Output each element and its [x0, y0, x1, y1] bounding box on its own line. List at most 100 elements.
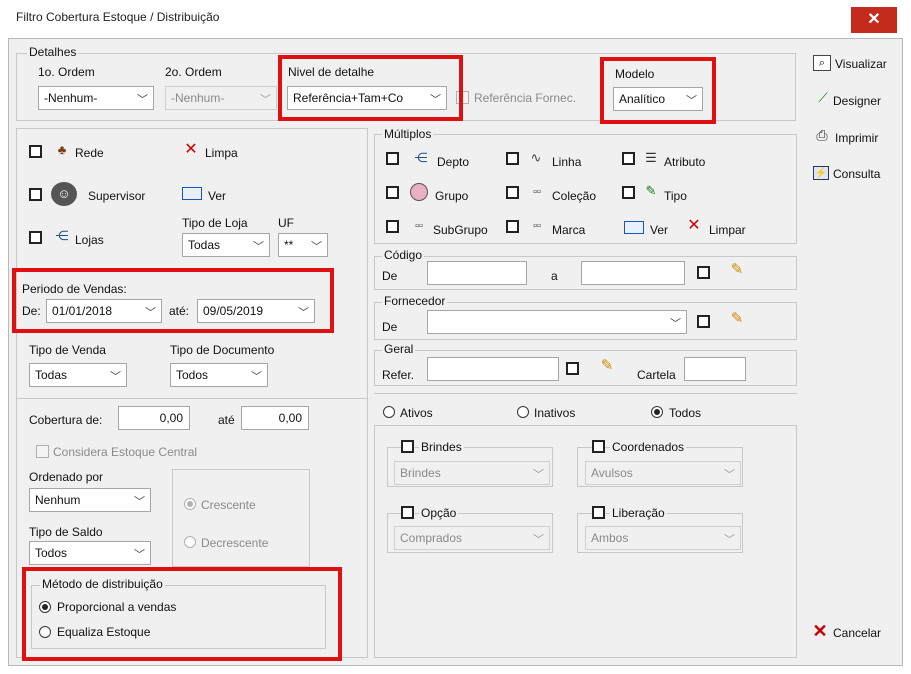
detalhes-legend: Detalhes [27, 45, 79, 59]
lojas-icon: ⋲ [55, 228, 69, 243]
chevron-down-icon: ﹀ [137, 94, 148, 106]
brindes-select[interactable]: Brindes ﹀ [394, 461, 550, 485]
chevron-down-icon: ﹀ [298, 307, 309, 319]
subgrupo-icon: ▫▫ [415, 220, 423, 232]
divider [17, 398, 367, 399]
clear-icon[interactable]: ✕ [686, 218, 702, 234]
todos-radio[interactable] [651, 406, 663, 418]
printer-icon[interactable]: ⎙ [813, 128, 831, 142]
fornecedor-checkbox[interactable] [697, 315, 710, 328]
ordem2-label: 2o. Ordem [165, 65, 222, 79]
ordem1-select[interactable]: -Nenhum- ﹀ [38, 86, 154, 110]
cobertura-ate-label: até [218, 413, 235, 427]
rede-checkbox[interactable] [29, 145, 42, 158]
imprimir-button[interactable]: Imprimir [835, 131, 878, 145]
tipo-loja-label: Tipo de Loja [182, 216, 248, 230]
considera-checkbox[interactable] [36, 445, 49, 458]
liberacao-select[interactable]: Ambos ﹀ [585, 526, 741, 550]
liberacao-checkbox[interactable] [592, 506, 605, 519]
multiplos-legend: Múltiplos [382, 127, 434, 141]
ver-multiplos-link[interactable]: Ver [650, 223, 668, 237]
colecao-label: Coleção [552, 189, 597, 203]
cartela-label: Cartela [637, 368, 676, 382]
subgrupo-checkbox[interactable] [386, 220, 399, 233]
clear-icon[interactable]: ✕ [183, 142, 199, 158]
view-icon[interactable] [182, 187, 202, 200]
uf-select[interactable]: ** ﹀ [278, 233, 328, 257]
ordem-direction-group [172, 469, 310, 567]
crescente-radio[interactable] [184, 498, 196, 510]
designer-button[interactable]: Designer [833, 94, 881, 108]
tipo-loja-select[interactable]: Todas ﹀ [182, 233, 270, 257]
tipo-doc-select[interactable]: Todos ﹀ [170, 363, 268, 387]
inativos-label: Inativos [534, 406, 576, 420]
marca-checkbox[interactable] [506, 220, 519, 233]
marca-icon: ▫▫ [533, 220, 541, 232]
uf-label: UF [278, 216, 294, 230]
metodo-group [31, 585, 326, 649]
coordenados-checkbox[interactable] [592, 440, 605, 453]
ver-link[interactable]: Ver [208, 189, 226, 203]
cartela-input[interactable] [684, 357, 746, 381]
close-button[interactable]: ✕ [851, 7, 897, 33]
ativos-radio[interactable] [383, 406, 395, 418]
colecao-checkbox[interactable] [506, 186, 519, 199]
view-icon[interactable] [624, 221, 644, 234]
ordem1-label: 1o. Ordem [38, 65, 95, 79]
tipo-saldo-label: Tipo de Saldo [29, 525, 103, 539]
refer-checkbox[interactable] [566, 362, 579, 375]
depto-label: Depto [437, 155, 470, 169]
decrescente-label: Decrescente [201, 536, 269, 550]
codigo-a-input[interactable] [581, 261, 685, 285]
tipo-checkbox[interactable] [622, 186, 635, 199]
limpar-link[interactable]: Limpar [709, 223, 746, 237]
opcao-checkbox[interactable] [401, 506, 414, 519]
visualizar-button[interactable]: Visualizar [835, 57, 887, 71]
lookup-icon[interactable]: ✎ [597, 358, 617, 373]
coordenados-select[interactable]: Avulsos ﹀ [585, 461, 741, 485]
coordenados-label: Coordenados [610, 440, 687, 454]
brindes-label: Brindes [419, 440, 464, 454]
refer-input[interactable] [427, 357, 559, 381]
cobertura-de-input[interactable]: 0,00 [118, 406, 190, 430]
codigo-checkbox[interactable] [697, 266, 710, 279]
limpa-link[interactable]: Limpa [205, 146, 238, 160]
cobertura-ate-input[interactable]: 0,00 [241, 406, 309, 430]
atributo-checkbox[interactable] [622, 152, 635, 165]
cancelar-button[interactable]: Cancelar [833, 626, 881, 640]
cancel-icon[interactable]: ✕ [811, 622, 829, 640]
codigo-de-input[interactable] [427, 261, 527, 285]
de-label: De: [22, 304, 41, 318]
supervisor-checkbox[interactable] [29, 188, 42, 201]
ordem2-select[interactable]: -Nenhum- ﹀ [165, 86, 277, 110]
chevron-down-icon: ﹀ [533, 534, 544, 546]
tipo-venda-select[interactable]: Todas ﹀ [29, 363, 127, 387]
designer-icon[interactable]: ⟋ [813, 91, 833, 105]
equaliza-radio[interactable] [39, 626, 51, 638]
chevron-down-icon: ﹀ [253, 241, 264, 253]
grupo-checkbox[interactable] [386, 186, 399, 199]
chevron-down-icon: ﹀ [145, 307, 156, 319]
depto-icon: ⋲ [414, 150, 428, 165]
linha-checkbox[interactable] [506, 152, 519, 165]
depto-checkbox[interactable] [386, 152, 399, 165]
chevron-down-icon: ﹀ [724, 534, 735, 546]
brindes-checkbox[interactable] [401, 440, 414, 453]
preview-icon[interactable]: ⌕ [813, 55, 831, 71]
lookup-icon[interactable]: ✎ [727, 311, 747, 326]
tipo-saldo-select[interactable]: Todos ﹀ [29, 541, 151, 565]
ordenado-select[interactable]: Nenhum ﹀ [29, 488, 151, 512]
colecao-icon: ▫▫ [533, 186, 541, 198]
proporcional-radio[interactable] [39, 601, 51, 613]
lojas-checkbox[interactable] [29, 231, 42, 244]
date-to-picker[interactable]: 09/05/2019 ﹀ [197, 299, 315, 323]
opcao-select[interactable]: Comprados ﹀ [394, 526, 550, 550]
consulta-button[interactable]: Consulta [833, 167, 880, 181]
lookup-icon[interactable]: ✎ [727, 262, 747, 277]
inativos-radio[interactable] [517, 406, 529, 418]
linha-icon: ∿ [530, 150, 542, 165]
date-from-picker[interactable]: 01/01/2018 ﹀ [46, 299, 162, 323]
query-icon[interactable]: ⚡ [813, 166, 829, 180]
fornecedor-select[interactable]: ﹀ [427, 310, 687, 334]
decrescente-radio[interactable] [184, 536, 196, 548]
